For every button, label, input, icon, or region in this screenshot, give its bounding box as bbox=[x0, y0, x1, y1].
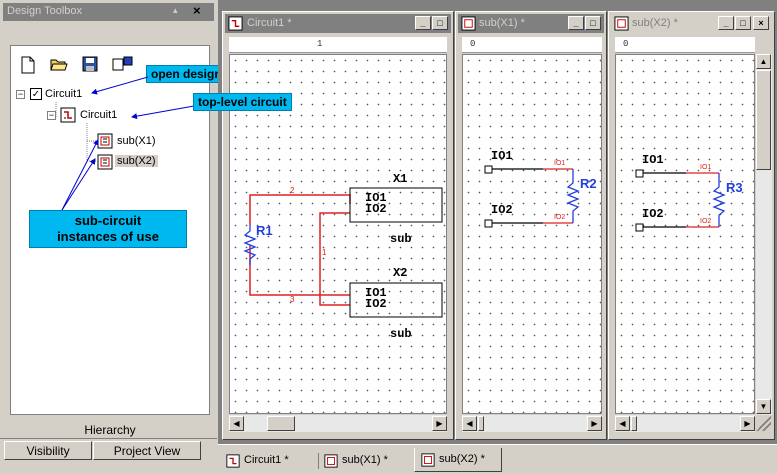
circuit-icon bbox=[226, 454, 240, 468]
scroll-down-arrow[interactable]: ▼ bbox=[756, 399, 771, 414]
window-circuit1: Circuit1 * _ □ 1 2 1 3 R1 X1 IO1 IO2 sub… bbox=[222, 11, 454, 440]
schematic-drawing bbox=[635, 169, 726, 232]
pin-label-io2: IO2 bbox=[642, 207, 664, 221]
close-button[interactable]: × bbox=[753, 16, 769, 30]
scroll-right-arrow[interactable]: ▶ bbox=[587, 416, 602, 431]
window-title: sub(X2) * bbox=[632, 17, 678, 29]
scroll-thumb[interactable] bbox=[631, 416, 637, 431]
vertical-scrollbar[interactable]: ▲ ▼ bbox=[756, 54, 772, 415]
tab-project-view[interactable]: Project View bbox=[93, 441, 201, 460]
pin-tag-io2: IO2 bbox=[554, 214, 566, 221]
component-type-x2: sub bbox=[390, 327, 412, 341]
subcircuit-icon bbox=[324, 454, 338, 468]
scroll-thumb[interactable] bbox=[478, 416, 484, 431]
hierarchy-tab-strip bbox=[0, 438, 217, 440]
window-titlebar[interactable]: Circuit1 * _ □ bbox=[225, 14, 451, 33]
subcircuit-icon bbox=[421, 453, 435, 467]
scroll-right-arrow[interactable]: ▶ bbox=[740, 416, 755, 431]
ruler: 0 bbox=[462, 37, 602, 53]
scroll-left-arrow[interactable]: ◀ bbox=[462, 416, 477, 431]
horizontal-scrollbar[interactable]: ◀ ▶ bbox=[615, 415, 755, 432]
scroll-up-arrow[interactable]: ▲ bbox=[756, 54, 771, 69]
maximize-button[interactable]: □ bbox=[735, 16, 751, 30]
component-label-r1: R1 bbox=[256, 223, 273, 238]
minimize-button[interactable]: _ bbox=[718, 16, 734, 30]
design-toolbox-panel: Design Toolbox ▴ × − ✓ Circuit1 − Circui… bbox=[0, 0, 292, 474]
component-label-r3: R3 bbox=[726, 180, 743, 195]
schematic-canvas[interactable]: IO1 IO2 IO1 IO2 R3 bbox=[615, 54, 755, 414]
subcircuit-icon bbox=[614, 16, 629, 31]
horizontal-scrollbar[interactable]: ◀ ▶ bbox=[229, 415, 447, 432]
ruler: 1 bbox=[229, 37, 447, 53]
pin-label-io2: IO2 bbox=[365, 297, 387, 311]
annotation-arrows bbox=[61, 76, 195, 211]
tab-sub-x2[interactable]: sub(X2) * bbox=[414, 448, 502, 472]
window-title: Circuit1 * bbox=[247, 17, 292, 29]
component-label-r2: R2 bbox=[580, 176, 597, 191]
pin-label-io1: IO1 bbox=[642, 153, 664, 167]
tab-divider bbox=[318, 453, 319, 469]
component-type-x1: sub bbox=[390, 232, 412, 246]
ruler-label: 1 bbox=[317, 39, 323, 49]
component-label-x1: X1 bbox=[393, 172, 408, 186]
maximize-button[interactable]: □ bbox=[585, 16, 601, 30]
scroll-thumb[interactable] bbox=[267, 416, 295, 431]
tab-label: sub(X2) * bbox=[439, 453, 485, 465]
window-sub-x1: sub(X1) * _ □ 0 IO1 IO2 IO1 IO2 R2 ◀ ▶ bbox=[455, 11, 607, 440]
maximize-button[interactable]: □ bbox=[432, 16, 448, 30]
tab-label: Circuit1 * bbox=[244, 454, 289, 466]
window-titlebar[interactable]: sub(X2) * _ □ × bbox=[611, 14, 772, 33]
window-titlebar[interactable]: sub(X1) * _ □ bbox=[458, 14, 604, 33]
window-title: sub(X1) * bbox=[479, 17, 525, 29]
wire-label-2: 2 bbox=[290, 186, 295, 195]
scroll-left-arrow[interactable]: ◀ bbox=[615, 416, 630, 431]
pin-tag-io1: IO1 bbox=[554, 160, 566, 167]
subcircuit-icon bbox=[461, 16, 476, 31]
component-label-x2: X2 bbox=[393, 266, 408, 280]
annotation-top-level-circuit: top-level circuit bbox=[193, 93, 292, 111]
wire-label-1: 1 bbox=[322, 248, 327, 257]
pin-label-io1: IO1 bbox=[491, 149, 513, 163]
ruler: 0 bbox=[615, 37, 755, 53]
scroll-left-arrow[interactable]: ◀ bbox=[229, 416, 244, 431]
hierarchy-label: Hierarchy bbox=[84, 423, 136, 437]
minimize-button[interactable]: _ bbox=[415, 16, 431, 30]
minimize-button[interactable]: _ bbox=[568, 16, 584, 30]
wire-label-3: 3 bbox=[290, 295, 295, 304]
schematic-canvas[interactable]: IO1 IO2 IO1 IO2 R2 bbox=[462, 54, 602, 414]
resize-grip-icon[interactable] bbox=[756, 416, 771, 431]
scroll-right-arrow[interactable]: ▶ bbox=[432, 416, 447, 431]
horizontal-scrollbar[interactable]: ◀ ▶ bbox=[462, 415, 602, 432]
ruler-label: 0 bbox=[470, 39, 476, 49]
tab-label: sub(X1) * bbox=[342, 454, 388, 466]
pin-label-io2: IO2 bbox=[365, 202, 387, 216]
schematic-drawing bbox=[484, 165, 580, 228]
circuit-icon bbox=[228, 16, 243, 31]
ruler-label: 0 bbox=[623, 39, 629, 49]
window-sub-x2: sub(X2) * _ □ × 0 IO1 IO2 IO1 IO2 R3 ▲ ▼… bbox=[608, 11, 775, 440]
tab-visibility[interactable]: Visibility bbox=[4, 441, 92, 460]
scroll-thumb[interactable] bbox=[756, 70, 771, 170]
pin-tag-io1: IO1 bbox=[700, 164, 712, 171]
pin-tag-io2: IO2 bbox=[700, 218, 712, 225]
document-tab-bar: Circuit1 * sub(X1) * sub(X2) * bbox=[218, 444, 777, 474]
pin-label-io2: IO2 bbox=[491, 203, 513, 217]
